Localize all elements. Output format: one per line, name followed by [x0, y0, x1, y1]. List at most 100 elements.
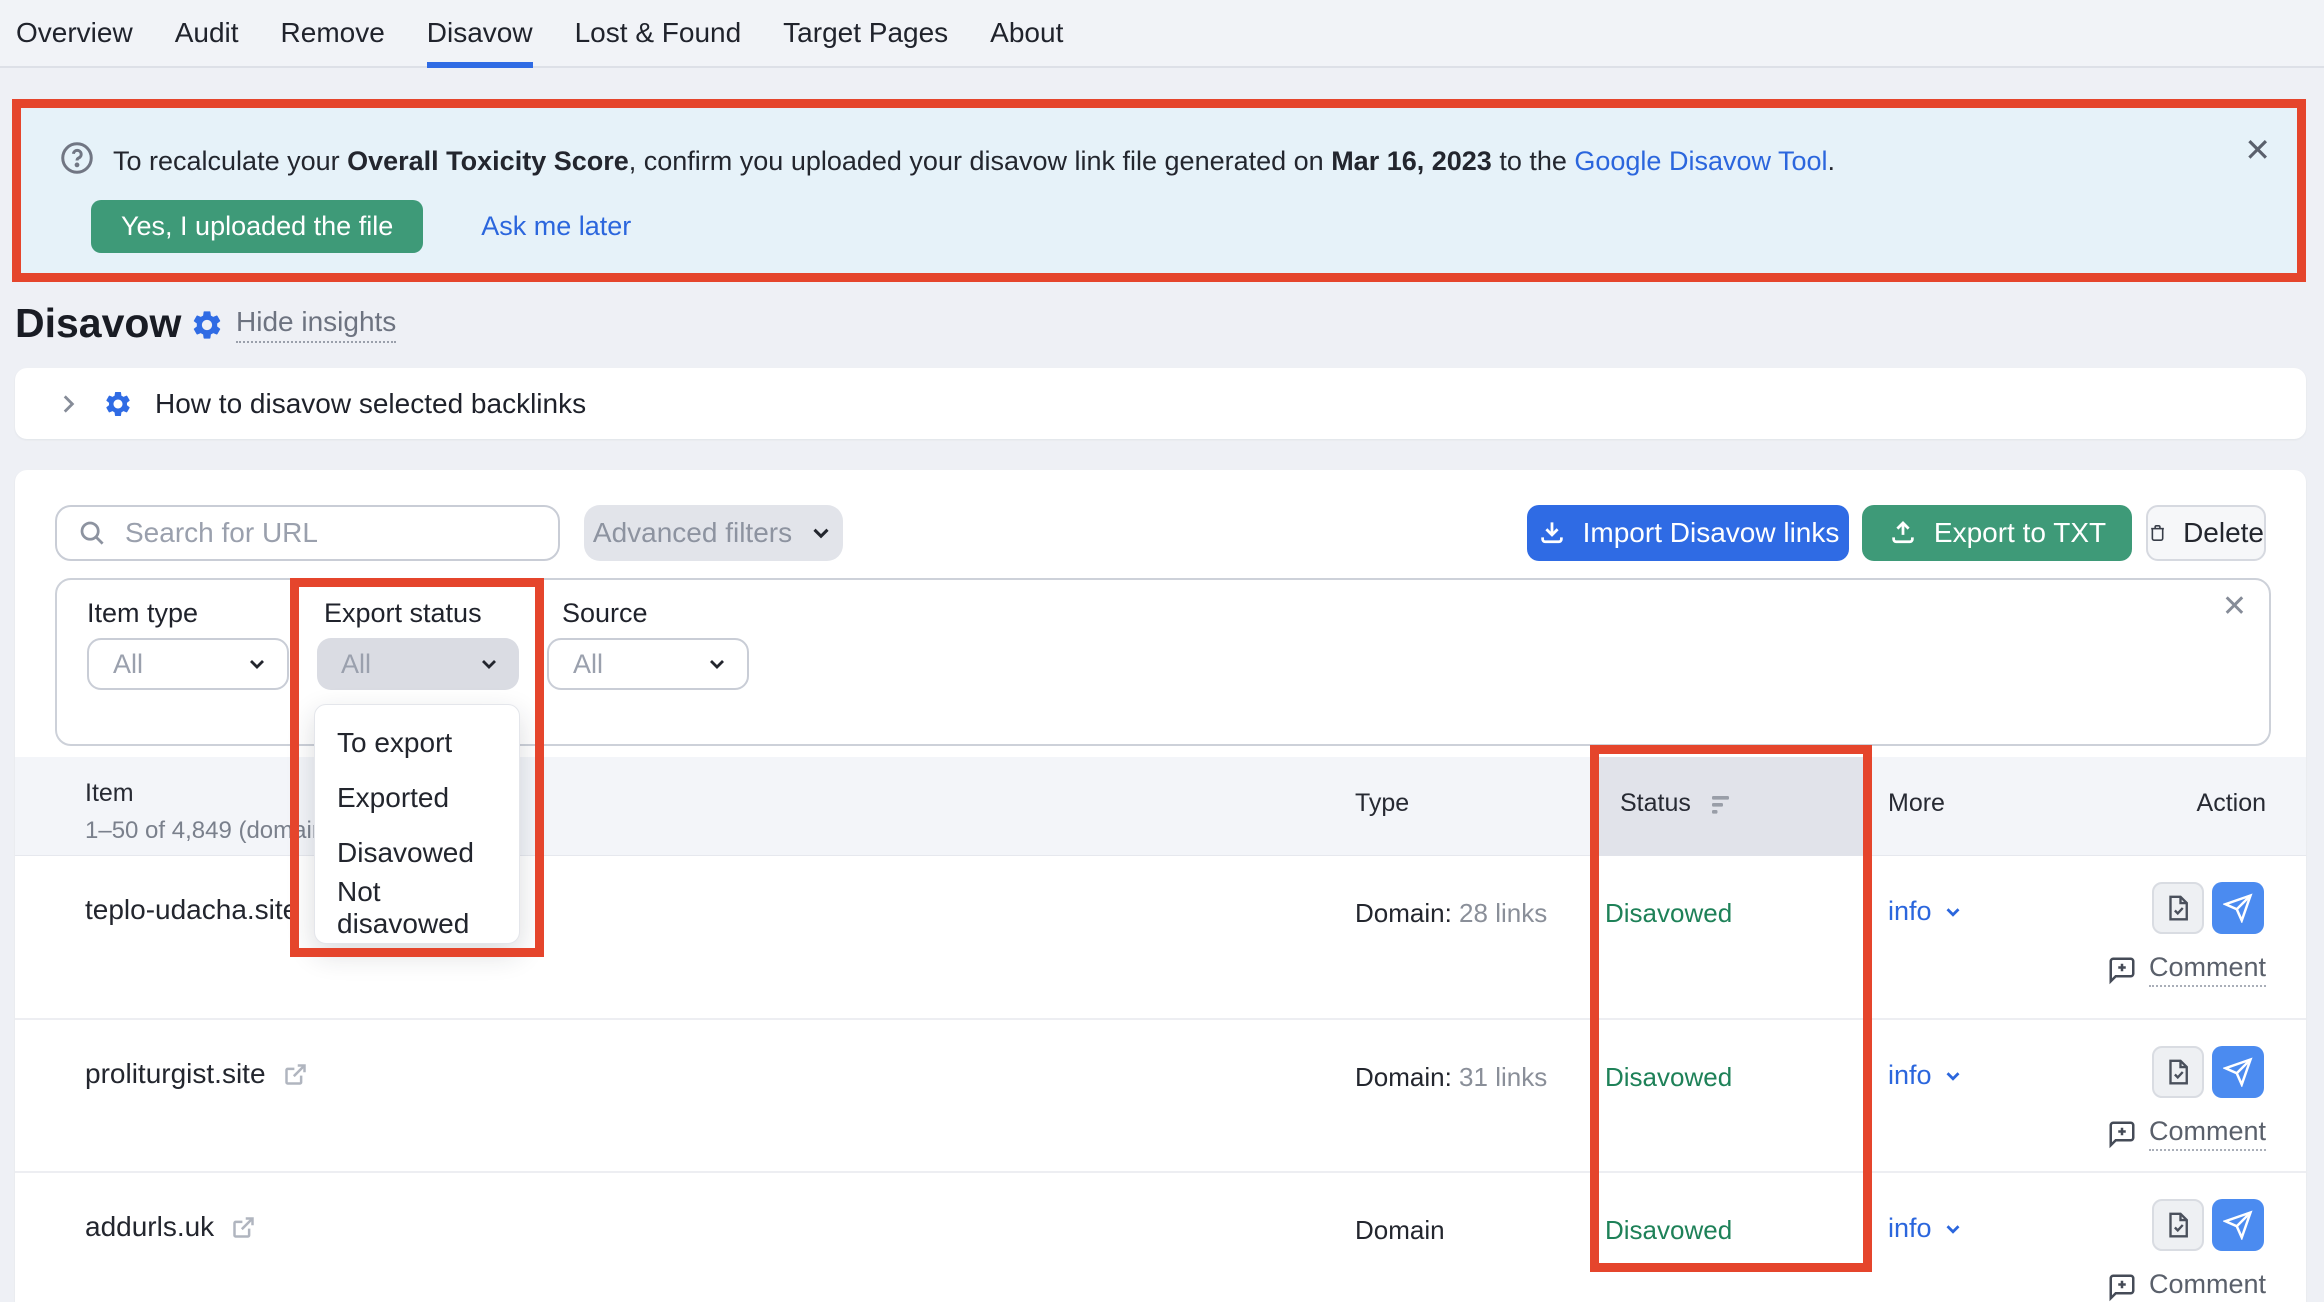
source-label: Source — [562, 598, 648, 629]
ask-me-later-link[interactable]: Ask me later — [481, 211, 631, 242]
send-to-disavow-button[interactable] — [2212, 1199, 2264, 1251]
dropdown-option-exported[interactable]: Exported — [315, 770, 519, 825]
nav-tab-lost-found[interactable]: Lost & Found — [554, 0, 763, 66]
banner-text-suffix: . — [1828, 146, 1836, 176]
chevron-down-icon — [477, 652, 501, 676]
chevron-down-icon — [245, 652, 269, 676]
export-txt-button[interactable]: Export to TXT — [1862, 505, 2132, 561]
source-value: All — [573, 649, 603, 680]
nav-tab-overview[interactable]: Overview — [16, 0, 154, 66]
item-cell: addurls.uk — [85, 1211, 257, 1243]
column-action: Action — [2145, 789, 2266, 818]
type-label: Domain: — [1355, 1062, 1452, 1092]
send-to-disavow-button[interactable] — [2212, 1046, 2264, 1098]
type-detail: 31 links — [1452, 1062, 1547, 1092]
send-to-disavow-button[interactable] — [2212, 882, 2264, 934]
more-info-toggle[interactable]: info — [1888, 1213, 1964, 1244]
dropdown-option-disavowed[interactable]: Disavowed — [315, 825, 519, 880]
advanced-filters-button[interactable]: Advanced filters — [584, 505, 843, 561]
chevron-right-icon — [55, 391, 81, 417]
export-status-value: All — [341, 649, 371, 680]
item-type-label: Item type — [87, 598, 198, 629]
search-box — [55, 505, 560, 561]
banner-bold-toxicity: Overall Toxicity Score — [347, 146, 629, 176]
search-input[interactable] — [125, 517, 548, 549]
type-cell: Domain: 28 links — [1355, 898, 1547, 929]
dropdown-option-not-disavowed[interactable]: Not disavowed — [315, 880, 519, 935]
chevron-down-icon — [1942, 901, 1964, 923]
chevron-down-icon — [705, 652, 729, 676]
paper-plane-icon — [2223, 893, 2253, 923]
advanced-filters-label: Advanced filters — [593, 517, 792, 549]
comment-label: Comment — [2149, 1269, 2266, 1302]
comment-button[interactable]: Comment — [2055, 1269, 2266, 1302]
item-type-select[interactable]: All — [87, 638, 289, 690]
comment-button[interactable]: Comment — [2055, 952, 2266, 987]
dropdown-option-to-export[interactable]: To export — [315, 715, 519, 770]
nav-tab-about[interactable]: About — [969, 0, 1084, 66]
action-buttons — [2152, 1199, 2264, 1251]
export-txt-label: Export to TXT — [1934, 517, 2106, 549]
howto-expander[interactable]: How to disavow selected backlinks — [15, 368, 2306, 439]
document-check-button[interactable] — [2152, 1199, 2204, 1251]
top-nav: Overview Audit Remove Disavow Lost & Fou… — [0, 0, 2324, 68]
external-link-icon[interactable] — [282, 1061, 309, 1088]
column-status-sortable[interactable]: Status — [1590, 757, 1868, 856]
confirm-upload-button[interactable]: Yes, I uploaded the file — [91, 200, 423, 253]
type-cell: Domain — [1355, 1215, 1445, 1246]
comment-plus-icon — [2107, 955, 2137, 985]
source-select[interactable]: All — [547, 638, 749, 690]
export-status-select[interactable]: All — [317, 638, 519, 690]
item-domain: teplo-udacha.site — [85, 894, 298, 926]
toxicity-banner: To recalculate your Overall Toxicity Sco… — [21, 108, 2297, 273]
info-label: info — [1888, 1060, 1932, 1091]
filter-panel-close-icon[interactable]: ✕ — [2222, 592, 2247, 622]
more-info-toggle[interactable]: info — [1888, 1060, 1964, 1091]
document-check-button[interactable] — [2152, 882, 2204, 934]
howto-gear-icon — [103, 389, 133, 419]
comment-label: Comment — [2149, 1116, 2266, 1151]
hide-insights-link[interactable]: Hide insights — [190, 306, 396, 343]
status-cell: Disavowed — [1605, 1062, 1732, 1093]
paper-plane-icon — [2223, 1057, 2253, 1087]
banner-message: To recalculate your Overall Toxicity Sco… — [113, 146, 1835, 177]
type-label: Domain: — [1355, 898, 1452, 928]
delete-button[interactable]: Delete — [2146, 505, 2266, 561]
column-type: Type — [1355, 789, 1409, 818]
chevron-down-icon — [1942, 1065, 1964, 1087]
document-check-icon — [2163, 893, 2193, 923]
document-check-icon — [2163, 1210, 2193, 1240]
trash-icon — [2148, 519, 2167, 547]
item-domain: proliturgist.site — [85, 1058, 266, 1090]
more-info-toggle[interactable]: info — [1888, 896, 1964, 927]
banner-actions: Yes, I uploaded the file Ask me later — [91, 200, 631, 253]
page-title: Disavow — [15, 300, 181, 347]
document-check-button[interactable] — [2152, 1046, 2204, 1098]
nav-tab-target-pages[interactable]: Target Pages — [762, 0, 969, 66]
document-check-icon — [2163, 1057, 2193, 1087]
delete-label: Delete — [2183, 517, 2264, 549]
export-status-dropdown: To export Exported Disavowed Not disavow… — [314, 704, 520, 944]
nav-tab-audit[interactable]: Audit — [154, 0, 260, 66]
external-link-icon[interactable] — [230, 1214, 257, 1241]
google-disavow-tool-link[interactable]: Google Disavow Tool — [1574, 146, 1827, 176]
item-cell: teplo-udacha.site — [85, 894, 341, 926]
banner-close-icon[interactable]: ✕ — [2244, 134, 2271, 166]
status-cell: Disavowed — [1605, 898, 1732, 929]
chevron-down-icon — [1942, 1218, 1964, 1240]
search-icon — [77, 518, 107, 548]
nav-tab-remove[interactable]: Remove — [260, 0, 406, 66]
nav-tab-disavow[interactable]: Disavow — [406, 0, 554, 66]
item-type-value: All — [113, 649, 143, 680]
sort-descending-icon — [1712, 793, 1738, 817]
comment-button[interactable]: Comment — [2055, 1116, 2266, 1151]
import-disavow-label: Import Disavow links — [1583, 517, 1840, 549]
item-domain: addurls.uk — [85, 1211, 214, 1243]
chevron-down-icon — [808, 520, 834, 546]
import-disavow-button[interactable]: Import Disavow links — [1527, 505, 1849, 561]
table-row: proliturgist.site Domain: 31 links Disav… — [15, 1018, 2306, 1180]
upload-icon — [1888, 518, 1918, 548]
banner-text-mid2: to the — [1492, 146, 1575, 176]
column-status: Status — [1620, 789, 1691, 818]
banner-bold-date: Mar 16, 2023 — [1331, 146, 1492, 176]
